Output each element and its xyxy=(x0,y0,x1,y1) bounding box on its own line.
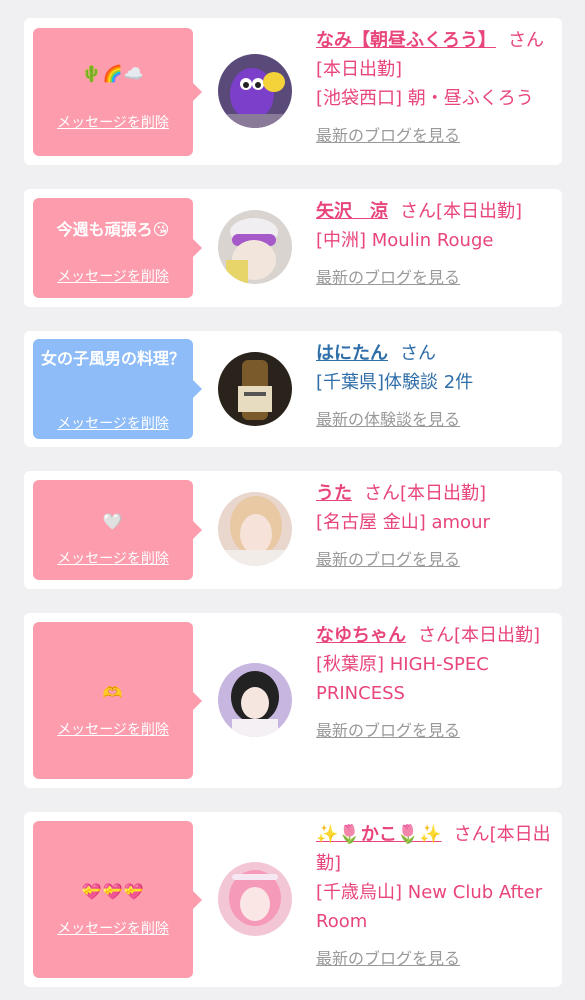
latest-review-link[interactable]: 最新の体験談を見る xyxy=(316,405,552,434)
avatar[interactable] xyxy=(218,352,292,426)
message-bubble: 🤍 メッセージを削除 xyxy=(33,480,202,580)
shop-label: [中洲] Moulin Rouge xyxy=(316,230,494,251)
message-card: 🌵🌈☁️ メッセージを削除 なみ【朝昼ふくろう】 さん [本日出勤] [池袋西口] … xyxy=(24,18,562,165)
delete-message-link[interactable]: メッセージを削除 xyxy=(33,548,193,568)
message-text: 女の子風男の料理？ xyxy=(41,349,186,368)
latest-blog-link[interactable]: 最新のブログを見る xyxy=(316,121,552,150)
avatar[interactable] xyxy=(218,210,292,284)
delete-message-link[interactable]: メッセージを削除 xyxy=(33,266,193,286)
cast-info: ✨🌷かこ🌷✨ さん[本日出勤] [千歳烏山] New Club After Roo… xyxy=(316,820,552,973)
latest-blog-link[interactable]: 最新のブログを見る xyxy=(316,716,552,745)
message-text: 💝💝💝 xyxy=(81,882,145,901)
delete-message-link[interactable]: メッセージを削除 xyxy=(33,719,193,739)
message-card: 今週も頑張ろ😘 メッセージを削除 矢沢 涼さん[本日出勤] [中洲] Mouli… xyxy=(24,189,562,307)
message-card: 🤍 メッセージを削除 うた さん[本日出勤] [名古屋 金山] amour 最新の… xyxy=(24,471,562,589)
cast-name-link[interactable]: なゆちゃん xyxy=(316,625,406,646)
honorific: さん xyxy=(400,343,436,364)
honorific: さん xyxy=(364,483,400,504)
shop-label: [名古屋 金山] amour xyxy=(316,512,490,533)
avatar[interactable] xyxy=(218,663,292,737)
honorific: さん xyxy=(508,30,544,51)
status-label: [本日出勤] xyxy=(400,483,487,504)
shop-label: [千歳烏山] New Club After Room xyxy=(316,882,543,932)
cast-info: 矢沢 涼さん[本日出勤] [中洲] Moulin Rouge 最新のブログを見る xyxy=(316,197,552,292)
honorific: さん xyxy=(453,824,490,845)
shop-label: [千葉県]体験談 2件 xyxy=(316,372,474,393)
shop-label: [秋葉原] HIGH-SPEC PRINCESS xyxy=(316,654,489,704)
avatar[interactable] xyxy=(218,862,292,936)
delete-message-link[interactable]: メッセージを削除 xyxy=(33,918,193,938)
latest-blog-link[interactable]: 最新のブログを見る xyxy=(316,263,552,292)
status-label: [本日出勤] xyxy=(436,201,523,222)
honorific: さん xyxy=(400,201,436,222)
cast-name-link[interactable]: うた xyxy=(316,483,352,504)
status-label: [本日出勤] xyxy=(454,625,541,646)
message-bubble: 🌵🌈☁️ メッセージを削除 xyxy=(33,28,202,156)
message-text: 🫶 xyxy=(102,683,124,702)
message-text: 🌵🌈☁️ xyxy=(81,64,145,83)
message-text: 🤍 xyxy=(102,512,124,531)
latest-blog-link[interactable]: 最新のブログを見る xyxy=(316,944,552,973)
avatar[interactable] xyxy=(218,492,292,566)
cast-name-link[interactable]: なみ【朝昼ふくろう】 xyxy=(316,30,496,51)
cast-info: うた さん[本日出勤] [名古屋 金山] amour 最新のブログを見る xyxy=(316,479,552,574)
shop-label: [池袋西口] 朝・昼ふくろう xyxy=(316,88,534,109)
message-text: 今週も頑張ろ😘 xyxy=(56,220,170,239)
message-bubble: 今週も頑張ろ😘 メッセージを削除 xyxy=(33,198,202,298)
honorific: さん xyxy=(418,625,454,646)
message-card: 女の子風男の料理？ メッセージを削除 はにたん さん [千葉県]体験談 2件 最新… xyxy=(24,331,562,447)
cast-name-link[interactable]: 矢沢 涼 xyxy=(316,201,388,222)
delete-message-link[interactable]: メッセージを削除 xyxy=(33,112,193,132)
avatar[interactable] xyxy=(218,54,292,128)
message-bubble: 🫶 メッセージを削除 xyxy=(33,622,202,779)
cast-name-link[interactable]: はにたん xyxy=(316,343,388,364)
message-bubble: 💝💝💝 メッセージを削除 xyxy=(33,821,202,978)
cast-info: なみ【朝昼ふくろう】 さん [本日出勤] [池袋西口] 朝・昼ふくろう 最新のブログ… xyxy=(316,26,552,150)
cast-info: なゆちゃん さん[本日出勤] [秋葉原] HIGH-SPEC PRINCESS 最… xyxy=(316,621,552,745)
message-card: 💝💝💝 メッセージを削除 ✨🌷かこ🌷✨ さん[本日出勤] [千歳烏山] New C… xyxy=(24,812,562,987)
cast-info: はにたん さん [千葉県]体験談 2件 最新の体験談を見る xyxy=(316,339,552,434)
delete-message-link[interactable]: メッセージを削除 xyxy=(33,413,193,433)
latest-blog-link[interactable]: 最新のブログを見る xyxy=(316,545,552,574)
status-label: [本日出勤] xyxy=(316,59,403,80)
cast-name-link[interactable]: ✨🌷かこ🌷✨ xyxy=(316,824,442,845)
message-bubble: 女の子風男の料理？ メッセージを削除 xyxy=(33,339,202,439)
message-card: 🫶 メッセージを削除 なゆちゃん さん[本日出勤] [秋葉原] HIGH-SPEC… xyxy=(24,613,562,788)
